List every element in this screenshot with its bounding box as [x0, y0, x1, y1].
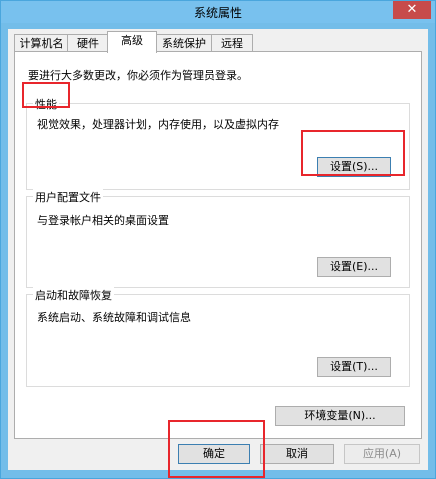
startup-recovery-settings-button[interactable]: 设置(T)...: [317, 357, 391, 377]
startup-recovery-group: 启动和故障恢复 系统启动、系统故障和调试信息 设置(T)...: [26, 287, 410, 387]
close-button[interactable]: ✕: [393, 1, 431, 19]
system-properties-window: 系统属性 ✕ 计算机名 硬件 高级 系统保护 远程 要进行大多数更改，你必须作为…: [0, 0, 436, 479]
title-bar[interactable]: 系统属性 ✕: [1, 1, 435, 23]
user-profiles-group-title: 用户配置文件: [33, 189, 103, 205]
tab-system-protection[interactable]: 系统保护: [155, 34, 213, 52]
dialog-client-area: 计算机名 硬件 高级 系统保护 远程 要进行大多数更改，你必须作为管理员登录。 …: [8, 29, 428, 470]
cancel-button[interactable]: 取消: [260, 444, 334, 464]
tab-advanced[interactable]: 高级: [107, 31, 157, 53]
tab-computer-name[interactable]: 计算机名: [14, 34, 69, 52]
startup-recovery-group-title: 启动和故障恢复: [33, 287, 114, 303]
highlight-box-performance-title: [22, 82, 70, 108]
user-profiles-group: 用户配置文件 与登录帐户相关的桌面设置 设置(E)...: [26, 189, 410, 288]
tab-hardware[interactable]: 硬件: [67, 34, 109, 52]
window-title: 系统属性: [193, 6, 242, 20]
tab-remote[interactable]: 远程: [211, 34, 253, 52]
close-icon: ✕: [406, 2, 418, 17]
user-profiles-settings-button[interactable]: 设置(E)...: [317, 257, 391, 277]
highlight-box-ok-button: [168, 420, 265, 478]
admin-note: 要进行大多数更改，你必须作为管理员登录。: [28, 69, 248, 82]
advanced-tab-panel: 要进行大多数更改，你必须作为管理员登录。 性能 视觉效果，处理器计划，内存使用，…: [14, 51, 422, 439]
performance-description: 视觉效果，处理器计划，内存使用，以及虚拟内存: [37, 118, 279, 131]
apply-button[interactable]: 应用(A): [344, 444, 420, 464]
environment-variables-button[interactable]: 环境变量(N)...: [275, 406, 405, 426]
startup-recovery-description: 系统启动、系统故障和调试信息: [37, 311, 191, 324]
user-profiles-description: 与登录帐户相关的桌面设置: [37, 214, 169, 227]
highlight-box-performance-settings: [301, 130, 405, 176]
